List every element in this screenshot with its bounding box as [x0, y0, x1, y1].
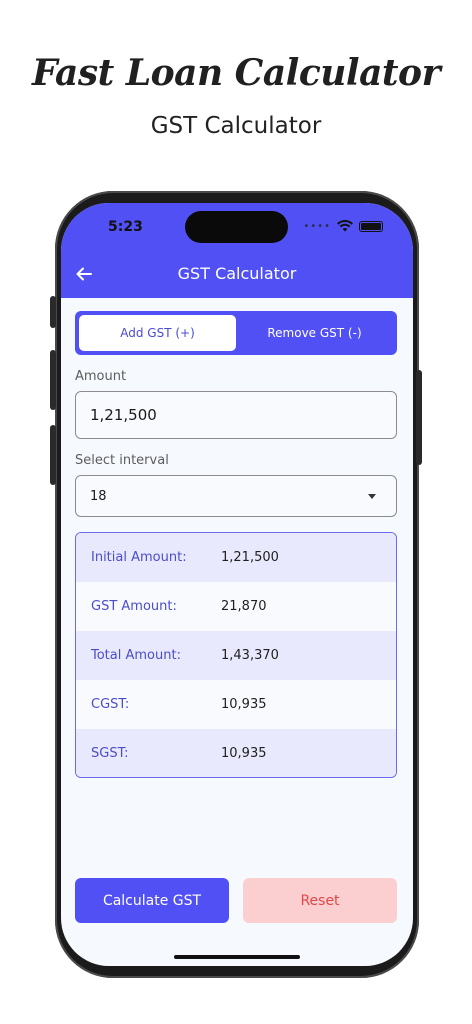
- result-row-cgst: CGST: 10,935: [76, 680, 396, 729]
- battery-icon: [359, 220, 383, 232]
- remove-gst-tab[interactable]: Remove GST (-): [236, 315, 393, 351]
- result-value: 1,43,370: [221, 648, 279, 663]
- promo-title: Fast Loan Calculator: [31, 52, 441, 94]
- phone-screen: 5:23 •••• GST Calculator Add GST (+) Rem…: [61, 203, 413, 966]
- amount-input[interactable]: [75, 391, 397, 439]
- interval-value: 18: [90, 488, 107, 504]
- phone-volume-up-button: [50, 350, 56, 410]
- status-time: 5:23: [108, 219, 143, 235]
- reset-button[interactable]: Reset: [243, 878, 397, 923]
- promo-subtitle: GST Calculator: [150, 113, 322, 139]
- interval-label: Select interval: [75, 453, 169, 468]
- result-value: 1,21,500: [221, 550, 279, 565]
- result-row-total-amount: Total Amount: 1,43,370: [76, 631, 396, 680]
- app-bar: 5:23 •••• GST Calculator: [61, 203, 413, 298]
- home-indicator: [174, 955, 300, 959]
- result-value: 10,935: [221, 746, 267, 761]
- result-label: CGST:: [91, 697, 130, 712]
- result-label: Total Amount:: [91, 648, 181, 663]
- result-label: SGST:: [91, 746, 129, 761]
- result-row-gst-amount: GST Amount: 21,870: [76, 582, 396, 631]
- signal-icon: ••••: [303, 220, 331, 232]
- dynamic-island: [185, 211, 288, 243]
- result-label: GST Amount:: [91, 599, 177, 614]
- add-gst-tab[interactable]: Add GST (+): [79, 315, 236, 351]
- dropdown-arrow-icon: [368, 493, 376, 499]
- calculate-gst-button[interactable]: Calculate GST: [75, 878, 229, 923]
- phone-volume-down-button: [50, 425, 56, 485]
- gst-mode-toggle: Add GST (+) Remove GST (-): [75, 311, 397, 355]
- results-table: Initial Amount: 1,21,500 GST Amount: 21,…: [75, 532, 397, 778]
- result-value: 10,935: [221, 697, 267, 712]
- result-row-sgst: SGST: 10,935: [76, 729, 396, 777]
- result-value: 21,870: [221, 599, 267, 614]
- phone-side-button: [50, 296, 56, 328]
- result-label: Initial Amount:: [91, 550, 187, 565]
- wifi-icon: [337, 220, 353, 232]
- page-title: GST Calculator: [177, 264, 297, 283]
- result-row-initial-amount: Initial Amount: 1,21,500: [76, 533, 396, 582]
- phone-power-button: [416, 370, 422, 465]
- interval-select[interactable]: 18: [75, 475, 397, 517]
- status-icons: ••••: [303, 220, 383, 232]
- amount-label: Amount: [75, 369, 127, 384]
